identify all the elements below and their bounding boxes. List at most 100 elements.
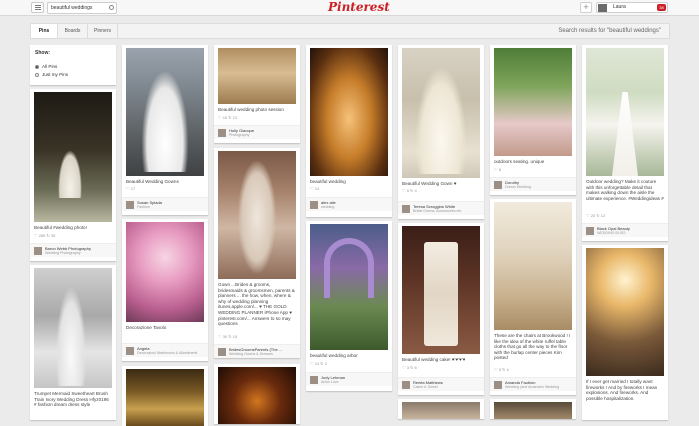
pinner-board[interactable]: Wedding Gowns & Dresses [229,352,273,356]
pin-image[interactable] [494,202,572,330]
top-bar: beautiful weddings Pinterest + Laura 38 [0,0,699,16]
pinner-board[interactable]: Decorazioni Matrimonio & Allestimenti [137,351,197,355]
show-filter-title: Show: [35,50,50,56]
pinner-info[interactable]: BridesGroomsParents (The ... Wedding Gow… [214,344,300,358]
pinner-board[interactable]: WEDDING BLISS [597,231,626,235]
pinner-board[interactable]: Dream Wedding [505,185,531,189]
search-input[interactable]: beautiful weddings [47,2,117,14]
pinner-board[interactable]: Wedding Photography [45,251,81,255]
pinner-info[interactable]: Amanda Faubion Wedding (and Amanda's Wed… [490,377,576,391]
pin-image[interactable] [402,48,480,178]
all-pins-label[interactable]: All Pins [42,64,57,69]
avatar [586,227,594,235]
search-results-label: Search results for "beautiful weddings" [558,28,661,34]
pin-image[interactable] [310,48,388,176]
pin-image[interactable] [402,402,480,419]
notification-badge[interactable]: 38 [657,4,666,11]
pin-card[interactable]: beautiful wedding arbor ♡ 14 ↻ 2 Judy Le… [306,221,392,391]
avatar [310,376,318,384]
pin-card[interactable]: Beautiful #wedding photo! ♡ 285 ↻ 35 Bar… [30,89,116,261]
pinner-board[interactable]: Arbor Love [321,380,339,384]
pin-image[interactable] [126,48,204,176]
avatar [310,201,318,209]
pin-card[interactable] [398,399,484,419]
search-value: beautiful weddings [51,5,93,11]
pinner-info[interactable]: Dorothy Dream Wedding [490,177,576,191]
pin-stats: ♡ 3 ↻ 6 [402,365,417,370]
pinner-info[interactable]: Susan Spiada Fashion [122,197,208,211]
pin-image[interactable] [218,48,296,104]
pin-stats: ♡ 285 ↻ 35 [34,233,56,238]
pin-card[interactable]: Beautiful Wedding Gowns ♡ 17 Susan Spiad… [122,45,208,215]
pinner-info[interactable]: Teresa Scroggins White Bridal Gowns, Acc… [398,201,484,215]
pin-image[interactable] [310,224,388,350]
pinner-board[interactable]: Bridal Gowns, Accessories etc [413,209,461,213]
pin-card[interactable]: Outdoor wedding? Make it couture with th… [582,45,668,241]
pinner-info[interactable]: Judy Lehman Arbor Love [306,372,392,386]
my-pins-radio[interactable] [35,73,39,77]
pin-image[interactable] [34,92,112,222]
pinner-info[interactable]: Renita Matthews Cakes & Sweet [398,377,484,391]
avatar [126,201,134,209]
pinner-board[interactable]: Fashion [137,205,150,209]
avatar [598,4,607,12]
pin-stats: ♡ 20 ↻ 12 [586,213,606,218]
avatar [494,381,502,389]
pin-card[interactable]: Beautiful wedding cake! ♥'♥'♥'♥ ♡ 3 ↻ 6 … [398,223,484,395]
pin-image[interactable] [218,367,296,424]
avatar [218,348,226,356]
pin-image[interactable] [494,402,572,419]
pin-card[interactable] [490,399,576,419]
pin-card[interactable] [122,366,208,426]
pinner-board[interactable]: Wedding (and Amanda's Wedding [505,385,559,389]
pin-image[interactable] [586,248,664,376]
pin-caption: outdoors seating. unique [494,159,545,164]
pin-image[interactable] [126,222,204,322]
pin-card[interactable]: Trumpet Mermaid Sweetheart Brush Train I… [30,265,116,420]
search-icon[interactable] [109,5,114,10]
pin-card[interactable] [214,364,300,424]
pin-card[interactable]: Gown ...Brides & grooms, bridesmaids & g… [214,148,300,358]
pin-image[interactable] [34,268,112,388]
pin-image[interactable] [586,48,664,176]
tab-pinners[interactable]: Pinners [88,24,118,38]
pin-card[interactable]: These are the chairs at Brookwood ! I li… [490,199,576,395]
pin-card[interactable]: Beautiful Wedding Gown ♥ ♡ 5 ↻ 4 Teresa … [398,45,484,219]
menu-button[interactable] [31,2,44,13]
avatar [402,381,410,389]
pin-image[interactable] [126,369,204,426]
pinner-board[interactable]: wedding [321,205,334,209]
pin-image[interactable] [218,151,296,279]
pin-image[interactable] [402,226,480,354]
pinner-info[interactable]: Baron Webb Photography Wedding Photograp… [30,243,116,257]
pin-caption: Beautiful wedding photo session [218,107,284,112]
pin-card[interactable]: outdoors seating. unique ♡ 8 Dorothy Dre… [490,45,576,195]
pin-card[interactable]: beautiful wedding ♡ 14 alex alle wedding [306,45,392,217]
pin-caption: Beautiful Wedding Gown ♥ [402,181,457,186]
pin-caption: Outdoor wedding? Make it couture with th… [586,179,664,201]
pin-stats: ♡ 5 ↻ 4 [494,367,509,372]
pin-caption: Beautiful wedding cake! ♥'♥'♥'♥ [402,357,466,362]
pinner-info[interactable]: Black Opal Beauty WEDDING BLISS [582,223,668,237]
pin-card[interactable]: Decorazione Tavolo Angela Decorazioni Ma… [122,219,208,361]
all-pins-radio[interactable] [35,65,39,69]
tab-boards[interactable]: Boards [58,24,88,38]
pin-caption: Beautiful Wedding Gowns [126,179,179,184]
pin-card[interactable]: Beautiful wedding photo session ♡ 15 ↻ 1… [214,45,300,143]
pinner-info[interactable]: Holly Giaoque Photography [214,125,300,139]
pinterest-logo[interactable]: Pinterest [328,0,390,15]
pinner-board[interactable]: Photography [229,133,249,137]
pinner-info[interactable]: alex alle wedding [306,197,392,211]
avatar [494,181,502,189]
pin-card[interactable]: If I ever get married I totally want fir… [582,245,668,420]
pin-stats: ♡ 8 [494,167,501,172]
pin-stats: ♡ 5 ↻ 4 [402,188,417,193]
pinner-info[interactable]: Angela Decorazioni Matrimonio & Allestim… [122,343,208,357]
avatar [218,129,226,137]
my-pins-label[interactable]: Just my Pins [42,72,68,77]
user-menu-button[interactable]: Laura 38 [596,2,668,13]
pinner-board[interactable]: Cakes & Sweet [413,385,438,389]
tab-pins[interactable]: Pins [31,24,58,38]
add-pin-button[interactable]: + [580,2,592,13]
pin-image[interactable] [494,48,572,156]
